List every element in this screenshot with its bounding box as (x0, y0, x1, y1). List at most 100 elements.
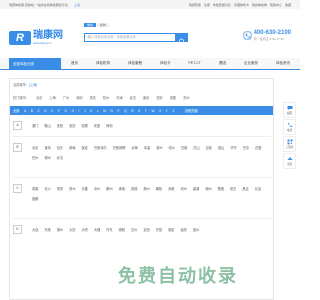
card-link[interactable]: 管理体检卡 (234, 3, 249, 7)
help-link[interactable]: 帮助中心 (270, 3, 282, 7)
city-link[interactable]: 丹东 (106, 227, 112, 234)
city-link[interactable]: 白山 (193, 145, 199, 150)
city-link[interactable]: 安阳 (57, 123, 63, 130)
city-link[interactable]: 儋州 (193, 227, 199, 234)
city-link[interactable]: 德阳 (119, 227, 125, 234)
city-link[interactable]: 亳州 (169, 145, 175, 150)
city-link[interactable]: 巴音郭楞 (113, 145, 126, 150)
nav-item-petct[interactable]: PET-CT (189, 61, 201, 66)
hot-city[interactable]: 重庆 (89, 95, 95, 100)
city-switch[interactable]: 上海 (74, 3, 80, 7)
hot-city[interactable]: 南京 (143, 95, 149, 100)
letter-filter[interactable]: H (72, 109, 74, 113)
hot-city[interactable]: 苏州 (183, 95, 189, 100)
city-link[interactable]: 包头 (57, 145, 63, 150)
city-link[interactable]: 常州 (69, 186, 75, 191)
city-link[interactable]: 巴中 (243, 145, 249, 150)
nav-item-home[interactable]: 首页 (71, 61, 78, 66)
letter-filter[interactable]: N (111, 109, 113, 113)
sidebar-qrcode[interactable]: 二维码 (283, 136, 296, 152)
city-link[interactable]: 鞍山 (44, 123, 50, 130)
city-link[interactable]: 德州 (57, 227, 63, 234)
city-link[interactable]: 达州 (131, 227, 137, 234)
city-link[interactable]: 本溪 (144, 145, 150, 150)
login-link[interactable]: 瑞康登录 (189, 3, 201, 7)
all-categories-button[interactable]: 全部体检分类 (9, 57, 61, 70)
city-link[interactable]: 巢湖 (193, 186, 199, 191)
city-link[interactable]: 崇左 (230, 186, 236, 191)
city-link[interactable]: 大庆 (69, 227, 75, 234)
city-link[interactable]: 大理 (94, 227, 100, 234)
letter-filter[interactable]: D (44, 109, 46, 113)
city-link[interactable]: 沧州 (94, 186, 100, 191)
hot-city[interactable]: 西安 (156, 95, 162, 100)
hot-city[interactable]: 天津 (116, 95, 122, 100)
city-link[interactable]: 长沙 (44, 186, 50, 191)
city-link[interactable]: 楚雄 (218, 186, 224, 191)
city-link[interactable]: 东莞 (44, 227, 50, 234)
city-link[interactable]: 北京 (32, 145, 38, 150)
city-link[interactable]: 郴州 (106, 186, 112, 191)
compare-link[interactable]: 体检套餐对比 (213, 3, 231, 7)
city-link[interactable]: 博州 (44, 155, 50, 160)
city-link[interactable]: 重庆 (57, 186, 63, 191)
nav-item-gene[interactable]: 基因 (219, 61, 226, 66)
search-button[interactable] (176, 33, 188, 45)
city-link[interactable]: 北屯 (57, 155, 63, 160)
letter-all[interactable]: 全部 (13, 108, 19, 113)
city-link[interactable]: 常德 (131, 186, 137, 191)
letter-filter[interactable]: P (117, 109, 119, 113)
city-link[interactable]: 毕节 (230, 145, 236, 150)
letter-filter[interactable]: J (84, 109, 86, 113)
letter-filter[interactable]: M (103, 109, 106, 113)
sidebar-service[interactable]: 客服 (283, 102, 296, 118)
current-city-value[interactable]: [上海] (29, 83, 37, 87)
hot-city[interactable]: 武汉 (130, 95, 136, 100)
letter-filter[interactable]: L (97, 109, 99, 113)
city-link[interactable]: 池州 (181, 186, 187, 191)
city-link[interactable]: 迪庆 (181, 227, 187, 234)
favorite-link[interactable]: 收藏 (285, 3, 291, 7)
letter-filter[interactable]: I (79, 109, 80, 113)
city-link[interactable]: 朝阳 (156, 186, 162, 191)
city-link[interactable]: 德宏 (168, 227, 174, 234)
register-link[interactable]: 注册 (204, 3, 210, 7)
sidebar-top[interactable]: 顶部 (283, 153, 296, 169)
hot-city[interactable]: 北京 (36, 95, 42, 100)
letter-filter[interactable]: Z (173, 109, 175, 113)
city-link[interactable]: 滁州 (143, 186, 149, 191)
search-input[interactable]: 输入体检机构名称、体检套餐名称 (84, 33, 176, 42)
city-link[interactable]: 澳门 (32, 123, 38, 130)
search-tab-institution[interactable]: 机构 (97, 23, 110, 27)
city-link[interactable]: 宝鸡 (44, 145, 50, 150)
letter-filter[interactable]: Q (124, 109, 126, 113)
city-link[interactable]: 白银 (255, 145, 261, 150)
letter-filter[interactable]: B (31, 109, 33, 113)
sidebar-phone[interactable]: 电话 (283, 119, 296, 135)
search-tab-checkup[interactable]: 体检 (84, 23, 97, 27)
city-link[interactable]: 安康 (94, 123, 100, 130)
city-link[interactable]: 长春 (82, 186, 88, 191)
city-link[interactable]: 定西 (143, 227, 149, 234)
letter-filter[interactable]: E (51, 109, 53, 113)
city-link[interactable]: 阿坝 (106, 123, 112, 130)
city-link[interactable]: 蚌埠 (69, 145, 75, 150)
city-link[interactable]: 昌吉 (242, 186, 248, 191)
hot-city[interactable]: 杭州 (103, 95, 109, 100)
city-link[interactable]: 成都 (32, 186, 38, 191)
city-link[interactable]: 百色 (206, 145, 212, 150)
letter-filter[interactable]: Y (166, 109, 168, 113)
letter-filter[interactable]: S (138, 109, 140, 113)
letter-filter[interactable]: T (145, 109, 147, 113)
letter-filter[interactable]: C (37, 109, 39, 113)
nav-item-enterprise[interactable]: 企业服务 (244, 61, 258, 66)
city-link[interactable]: 大连 (32, 227, 38, 234)
letter-filter[interactable]: F (58, 109, 60, 113)
site-logo[interactable]: R 瑞康网 www.rkang.cn (9, 30, 63, 45)
letter-filter[interactable]: K (90, 109, 92, 113)
hot-city[interactable]: 广州 (63, 95, 69, 100)
city-link[interactable]: 滨州 (156, 145, 162, 150)
city-link[interactable]: 安顺 (82, 123, 88, 130)
nav-item-packages[interactable]: 体检套餐 (128, 61, 142, 66)
city-link[interactable]: 安庆 (69, 123, 75, 130)
